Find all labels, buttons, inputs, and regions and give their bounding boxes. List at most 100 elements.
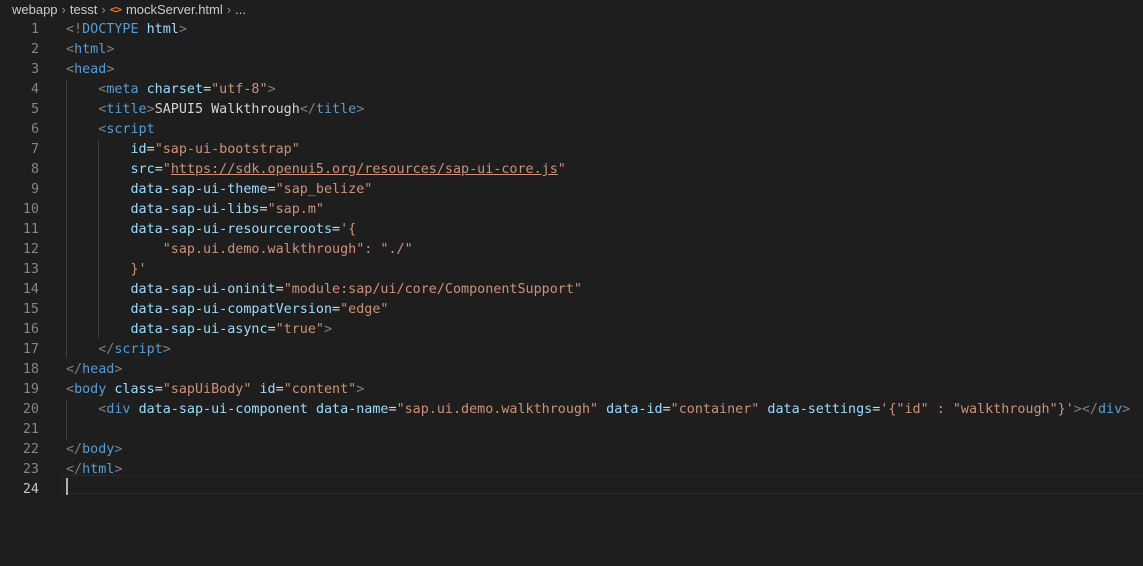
line-number: 18 bbox=[22, 362, 39, 377]
code-token: head bbox=[82, 362, 115, 377]
code-token: < bbox=[66, 62, 75, 77]
code-line[interactable]: 7 id="sap-ui-bootstrap" bbox=[0, 140, 1143, 160]
line-number: 5 bbox=[30, 102, 39, 117]
code-token: }' bbox=[66, 262, 147, 277]
code-token: src bbox=[130, 162, 155, 177]
code-line[interactable]: 4 <meta charset="utf-8"> bbox=[0, 80, 1143, 100]
code-line[interactable]: 20 <div data-sap-ui-component data-name=… bbox=[0, 400, 1143, 420]
code-token: "content" bbox=[283, 382, 357, 397]
code-token: > bbox=[356, 102, 365, 117]
code-line[interactable]: 2 <html> bbox=[0, 40, 1143, 60]
code-text: data-sap-ui-libs="sap.m" bbox=[66, 200, 325, 220]
code-token: " bbox=[557, 162, 566, 177]
breadcrumb-item-file[interactable]: mockServer.html bbox=[126, 0, 223, 20]
code-token: = bbox=[154, 382, 163, 397]
code-line[interactable]: 23 </html> bbox=[0, 460, 1143, 480]
code-token: < bbox=[66, 382, 75, 397]
code-token: > bbox=[114, 442, 123, 457]
code-token: = bbox=[267, 322, 276, 337]
line-number: 23 bbox=[22, 462, 39, 477]
line-number: 22 bbox=[22, 442, 39, 457]
code-line[interactable]: 22 </body> bbox=[0, 440, 1143, 460]
code-line[interactable]: 12 "sap.ui.demo.walkthrough": "./" bbox=[0, 240, 1143, 260]
code-text: <script bbox=[66, 120, 154, 140]
code-line[interactable]: 18 </head> bbox=[0, 360, 1143, 380]
code-token: > bbox=[324, 322, 333, 337]
breadcrumb-item-symbols[interactable]: ... bbox=[235, 0, 246, 20]
code-token: data-name bbox=[315, 402, 389, 417]
code-token: ></ bbox=[1073, 402, 1098, 417]
breadcrumb-item-tesst[interactable]: tesst bbox=[70, 0, 97, 20]
code-line[interactable]: 11 data-sap-ui-resourceroots='{ bbox=[0, 220, 1143, 240]
code-text: "sap.ui.demo.walkthrough": "./" bbox=[66, 240, 413, 260]
code-line[interactable]: 1 <!DOCTYPE html> bbox=[0, 20, 1143, 40]
code-token: </ bbox=[299, 102, 316, 117]
code-line[interactable]: 5 <title>SAPUI5 Walkthrough</title> bbox=[0, 100, 1143, 120]
code-line[interactable]: 19 <body class="sapUiBody" id="content"> bbox=[0, 380, 1143, 400]
code-token: </ bbox=[66, 362, 83, 377]
code-line[interactable]: 17 </script> bbox=[0, 340, 1143, 360]
line-number: 2 bbox=[30, 42, 39, 57]
code-token: = bbox=[662, 402, 671, 417]
code-token: = bbox=[146, 142, 155, 157]
chevron-right-icon: › bbox=[61, 2, 66, 17]
line-number: 21 bbox=[22, 422, 39, 437]
code-token: > bbox=[114, 462, 123, 477]
line-number: 1 bbox=[30, 22, 39, 37]
code-line[interactable]: 16 data-sap-ui-async="true"> bbox=[0, 320, 1143, 340]
code-token: data-sap-ui-resourceroots bbox=[130, 222, 333, 237]
code-token: script bbox=[114, 342, 163, 357]
html-file-icon: <> bbox=[109, 3, 122, 16]
code-token: div bbox=[1097, 402, 1123, 417]
line-number: 19 bbox=[22, 382, 39, 397]
code-line[interactable]: 24 bbox=[0, 480, 1143, 500]
code-text: <html> bbox=[66, 40, 114, 60]
code-token: id bbox=[259, 382, 276, 397]
code-token: > bbox=[267, 82, 276, 97]
code-token: "sap.m" bbox=[267, 202, 324, 217]
line-number: 10 bbox=[22, 202, 39, 217]
code-text: </body> bbox=[66, 440, 122, 460]
code-token: class bbox=[114, 382, 155, 397]
code-text: <body class="sapUiBody" id="content"> bbox=[66, 380, 364, 400]
code-token[interactable]: https://sdk.openui5.org/resources/sap-ui… bbox=[171, 162, 558, 177]
code-line[interactable]: 6 <script bbox=[0, 120, 1143, 140]
code-token: <! bbox=[66, 22, 83, 37]
code-token: html bbox=[146, 22, 179, 37]
code-line[interactable]: 10 data-sap-ui-libs="sap.m" bbox=[0, 200, 1143, 220]
code-token: "true" bbox=[275, 322, 324, 337]
code-line[interactable]: 8 src="https://sdk.openui5.org/resources… bbox=[0, 160, 1143, 180]
code-token: > bbox=[178, 22, 187, 37]
code-line[interactable]: 13 }' bbox=[0, 260, 1143, 280]
code-token: data-settings bbox=[767, 402, 873, 417]
code-token: "sap.ui.demo.walkthrough": "./" bbox=[66, 242, 413, 257]
line-number: 12 bbox=[22, 242, 39, 257]
line-number: 8 bbox=[30, 162, 39, 177]
text-cursor bbox=[66, 478, 68, 495]
code-token: "utf-8" bbox=[211, 82, 268, 97]
code-editor[interactable]: 1 <!DOCTYPE html> 2 <html> 3 <head> 4 <meta ch… bbox=[0, 20, 1143, 566]
code-token: < bbox=[66, 42, 75, 57]
code-token: > bbox=[162, 342, 171, 357]
code-line[interactable]: 15 data-sap-ui-compatVersion="edge" bbox=[0, 300, 1143, 320]
code-token: "module:sap/ui/core/ComponentSupport" bbox=[283, 282, 582, 297]
code-line[interactable]: 9 data-sap-ui-theme="sap_belize" bbox=[0, 180, 1143, 200]
code-line[interactable]: 14 data-sap-ui-oninit="module:sap/ui/cor… bbox=[0, 280, 1143, 300]
line-number: 20 bbox=[22, 402, 39, 417]
code-token: body bbox=[74, 382, 107, 397]
code-token: title bbox=[106, 102, 147, 117]
code-line[interactable]: 3 <head> bbox=[0, 60, 1143, 80]
line-number: 16 bbox=[22, 322, 39, 337]
code-token: "container" bbox=[670, 402, 760, 417]
code-line[interactable]: 21 bbox=[0, 420, 1143, 440]
breadcrumb-item-webapp[interactable]: webapp bbox=[12, 0, 58, 20]
